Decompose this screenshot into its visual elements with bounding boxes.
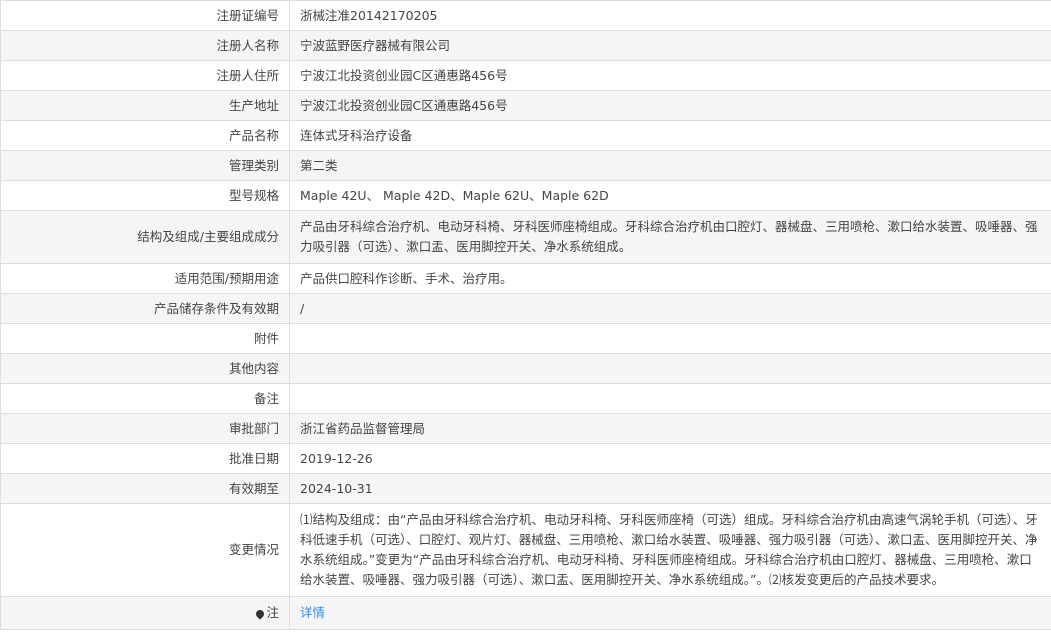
details-link[interactable]: 详情 xyxy=(300,605,325,620)
registration-detail-table: 注册证编号 浙械注准20142170205 注册人名称 宁波蓝野医疗器械有限公司 注… xyxy=(0,0,1051,630)
field-value: 连体式牙科治疗设备 xyxy=(289,120,1051,151)
field-value: ⑴结构及组成：由“产品由牙科综合治疗机、电动牙科椅、牙科医师座椅（可选）组成。牙… xyxy=(289,503,1051,597)
field-label: 注册证编号 xyxy=(0,0,290,31)
field-label: 产品名称 xyxy=(0,120,290,151)
field-value xyxy=(289,323,1051,354)
field-value: 浙江省药品监督管理局 xyxy=(289,413,1051,444)
table-row: 结构及组成/主要组成成分 产品由牙科综合治疗机、电动牙科椅、牙科医师座椅组成。牙科… xyxy=(0,210,1051,264)
field-value: 产品供口腔科作诊断、手术、治疗用。 xyxy=(289,263,1051,294)
field-label: 型号规格 xyxy=(0,180,290,211)
table-row: 备注 xyxy=(0,383,1051,414)
field-value: / xyxy=(289,293,1051,324)
table-row: 型号规格 Maple 42U、 Maple 42D、Maple 62U、Maple… xyxy=(0,180,1051,211)
field-label: 备注 xyxy=(0,383,290,414)
note-value-cell: 详情 xyxy=(289,596,1051,630)
table-row: 注册证编号 浙械注准20142170205 xyxy=(0,0,1051,31)
field-label: 注册人住所 xyxy=(0,60,290,91)
field-value xyxy=(289,383,1051,414)
field-value: 宁波江北投资创业园C区通惠路456号 xyxy=(289,90,1051,121)
table-row: 管理类别 第二类 xyxy=(0,150,1051,181)
field-value: 宁波江北投资创业园C区通惠路456号 xyxy=(289,60,1051,91)
field-label: 其他内容 xyxy=(0,353,290,384)
field-label: 生产地址 xyxy=(0,90,290,121)
table-row: 附件 xyxy=(0,323,1051,354)
field-label: 结构及组成/主要组成成分 xyxy=(0,210,290,264)
table-row: 批准日期 2019-12-26 xyxy=(0,443,1051,474)
field-value: 产品由牙科综合治疗机、电动牙科椅、牙科医师座椅组成。牙科综合治疗机由口腔灯、器械… xyxy=(289,210,1051,264)
table-row: 注册人名称 宁波蓝野医疗器械有限公司 xyxy=(0,30,1051,61)
field-value: 第二类 xyxy=(289,150,1051,181)
field-label: 审批部门 xyxy=(0,413,290,444)
table-row: 适用范围/预期用途 产品供口腔科作诊断、手术、治疗用。 xyxy=(0,263,1051,294)
note-label: 注 xyxy=(266,605,279,620)
field-label: 有效期至 xyxy=(0,473,290,504)
field-label: 产品储存条件及有效期 xyxy=(0,293,290,324)
table-row: 有效期至 2024-10-31 xyxy=(0,473,1051,504)
table-row: 生产地址 宁波江北投资创业园C区通惠路456号 xyxy=(0,90,1051,121)
table-row: 产品储存条件及有效期 / xyxy=(0,293,1051,324)
note-label-cell: 注 xyxy=(0,596,290,630)
pin-icon xyxy=(254,607,267,620)
table-row: 变更情况 ⑴结构及组成：由“产品由牙科综合治疗机、电动牙科椅、牙科医师座椅（可选）… xyxy=(0,503,1051,597)
field-value: Maple 42U、 Maple 42D、Maple 62U、Maple 62D xyxy=(289,180,1051,211)
field-label: 变更情况 xyxy=(0,503,290,597)
note-row: 注 详情 xyxy=(0,596,1051,630)
field-label: 适用范围/预期用途 xyxy=(0,263,290,294)
field-label: 附件 xyxy=(0,323,290,354)
field-label: 管理类别 xyxy=(0,150,290,181)
field-value: 2019-12-26 xyxy=(289,443,1051,474)
field-label: 注册人名称 xyxy=(0,30,290,61)
field-value: 浙械注准20142170205 xyxy=(289,0,1051,31)
table-row: 其他内容 xyxy=(0,353,1051,384)
table-row: 注册人住所 宁波江北投资创业园C区通惠路456号 xyxy=(0,60,1051,91)
field-label: 批准日期 xyxy=(0,443,290,474)
field-value xyxy=(289,353,1051,384)
table-row: 产品名称 连体式牙科治疗设备 xyxy=(0,120,1051,151)
field-value: 宁波蓝野医疗器械有限公司 xyxy=(289,30,1051,61)
table-row: 审批部门 浙江省药品监督管理局 xyxy=(0,413,1051,444)
field-value: 2024-10-31 xyxy=(289,473,1051,504)
